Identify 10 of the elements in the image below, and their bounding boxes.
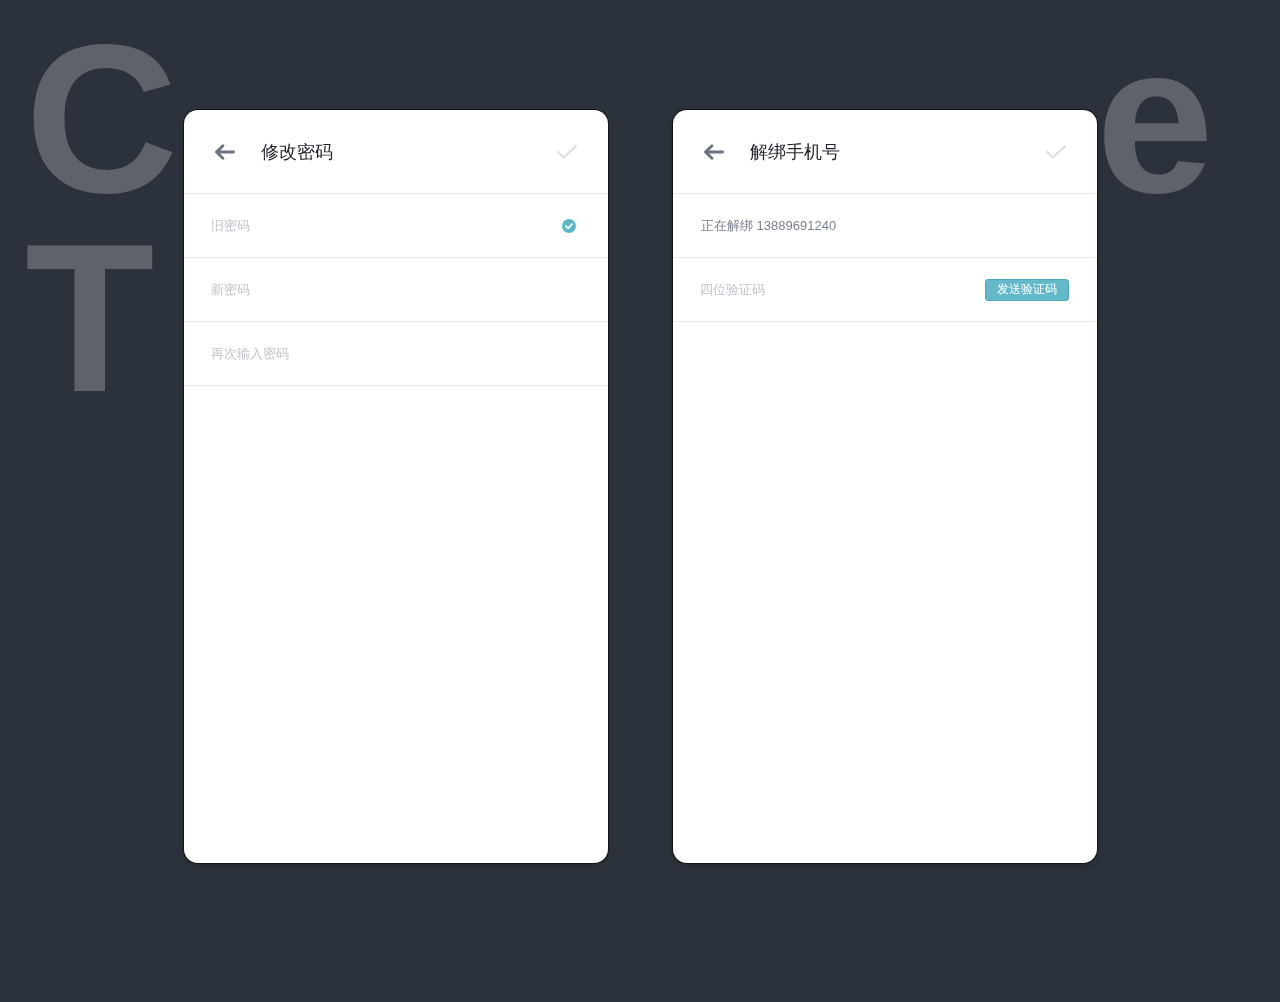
info-text: 正在解绑 13889691240	[701, 216, 837, 235]
back-arrow-icon[interactable]	[704, 143, 724, 160]
input-field[interactable]: 四位验证码	[700, 269, 985, 310]
input-field[interactable]: 新密码	[211, 269, 581, 310]
send-code-button[interactable]: 发送验证码	[985, 278, 1069, 301]
input-field[interactable]: 旧密码	[211, 205, 562, 246]
header-title: 解绑手机号	[750, 140, 841, 164]
input-field[interactable]: 再次输入密码	[211, 333, 581, 374]
back-arrow-icon[interactable]	[215, 143, 235, 160]
header-title: 修改密码	[261, 140, 334, 164]
